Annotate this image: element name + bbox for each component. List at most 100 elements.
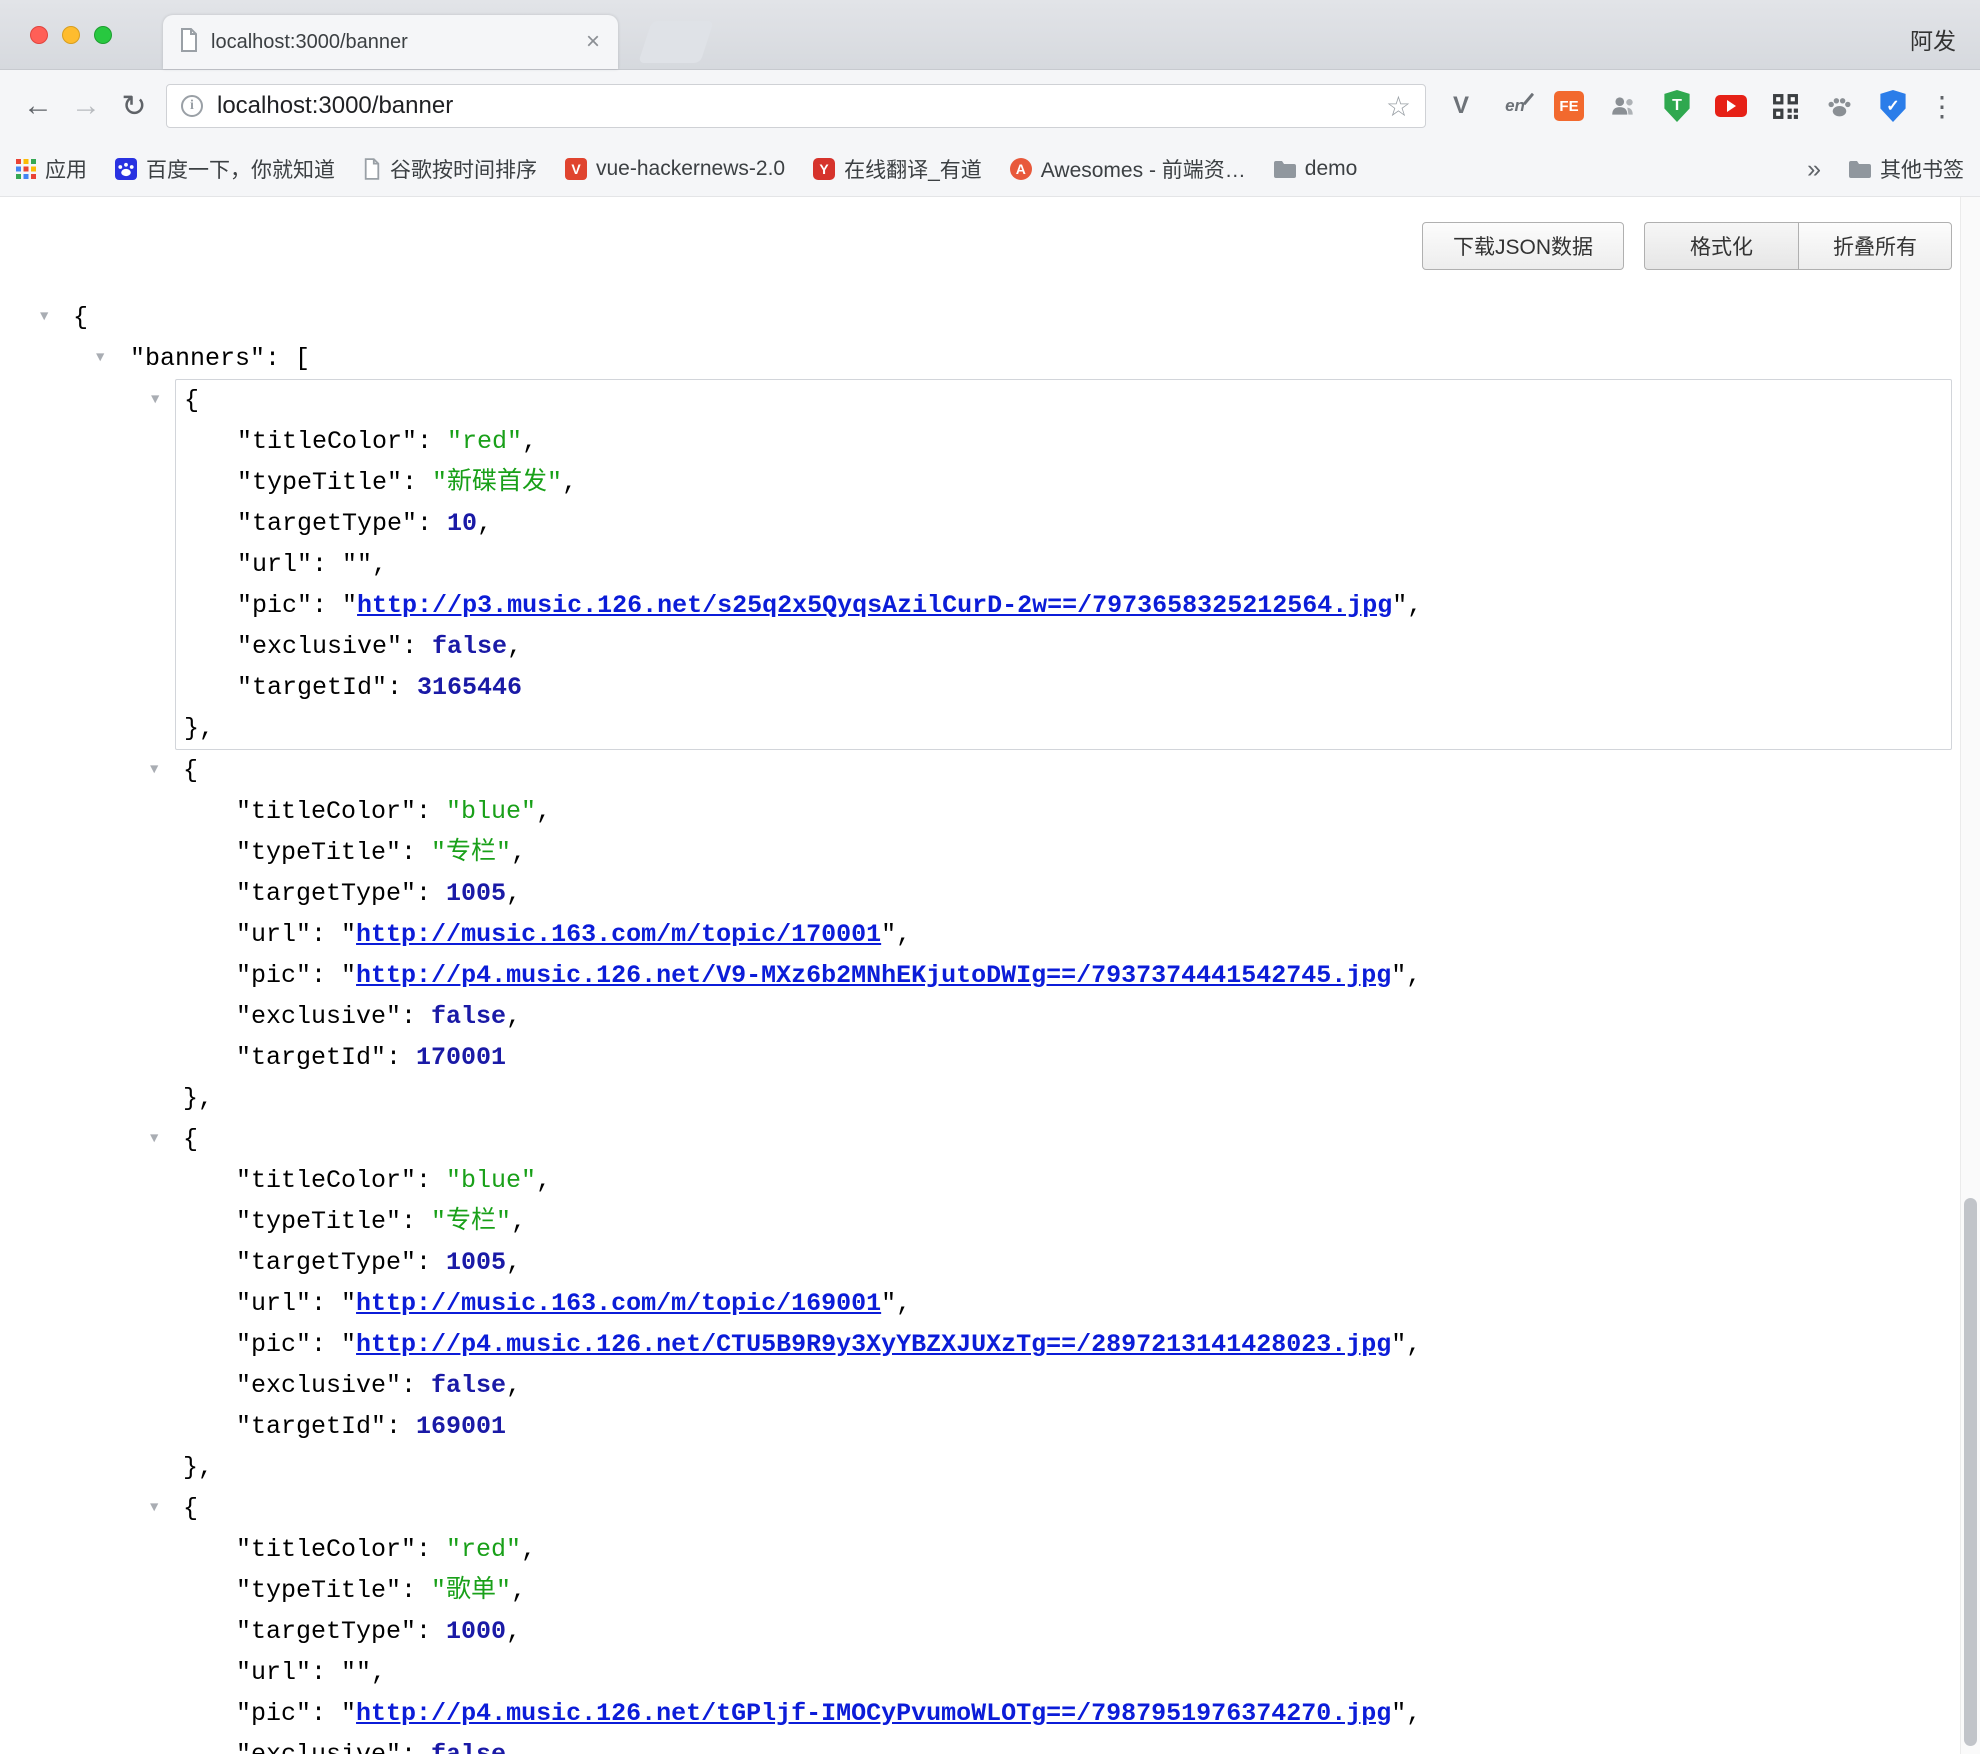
json-text: , [562, 468, 577, 497]
bookmark-item-demo-folder[interactable]: demo [1274, 157, 1358, 181]
json-text: "typeTitle" [236, 1576, 401, 1605]
collapse-toggle-icon[interactable]: ▼ [151, 380, 159, 421]
reload-button[interactable]: ↻ [110, 82, 158, 130]
json-property-line: "targetType": 1005, [175, 1242, 1952, 1283]
fe-icon[interactable]: FE [1552, 89, 1586, 123]
close-window-button[interactable] [30, 26, 48, 44]
json-text: : [416, 797, 446, 826]
collapse-toggle-icon[interactable]: ▼ [150, 1119, 158, 1160]
json-text: false [431, 1371, 506, 1400]
json-text: , [506, 1371, 521, 1400]
qrcode-icon[interactable] [1768, 89, 1802, 123]
json-text: " [341, 1289, 356, 1318]
json-text: }, [183, 1084, 213, 1113]
other-bookmarks-label: 其他书签 [1880, 154, 1964, 184]
json-text: : [311, 1289, 341, 1318]
vimium-glyph: V [1453, 92, 1469, 120]
json-property-line: "titleColor": "red", [176, 421, 1951, 462]
fe-glyph: FE [1554, 91, 1584, 121]
tab-close-icon[interactable]: × [582, 30, 604, 54]
collapse-toggle-icon[interactable]: ▼ [96, 338, 104, 379]
vue-icon: V [565, 158, 587, 180]
apps-label: 应用 [45, 154, 87, 184]
bookmark-item-baidu[interactable]: 百度一下，你就知道 [115, 154, 335, 184]
bookmark-star-icon[interactable]: ☆ [1386, 90, 1411, 123]
omnibox[interactable]: i localhost:3000/banner ☆ [166, 84, 1426, 128]
json-url-link[interactable]: http://music.163.com/m/topic/169001 [356, 1289, 881, 1318]
json-text: " [1391, 1699, 1406, 1728]
json-property-line: "url": "", [176, 544, 1951, 585]
json-text: "targetType" [236, 1248, 416, 1277]
blue-shield-icon[interactable]: ✓ [1876, 89, 1910, 123]
forward-button[interactable]: → [62, 82, 110, 130]
zoom-window-button[interactable] [94, 26, 112, 44]
json-text: " [341, 1330, 356, 1359]
browser-menu-icon[interactable]: ⋮ [1918, 90, 1966, 123]
bookmark-item-youdao[interactable]: Y 在线翻译_有道 [813, 154, 982, 184]
json-property-line: "pic": "http://p4.music.126.net/V9-MXz6b… [175, 955, 1952, 996]
apps-shortcut[interactable]: 应用 [16, 154, 87, 184]
json-url-link[interactable]: http://music.163.com/m/topic/170001 [356, 920, 881, 949]
json-text: "titleColor" [236, 1535, 416, 1564]
json-url-link[interactable]: http://p4.music.126.net/V9-MXz6b2MNhEKju… [356, 961, 1391, 990]
json-banners-open: ▼"banners": [ [0, 338, 1980, 379]
profile-name[interactable]: 阿发 [1910, 22, 1956, 56]
collapse-all-button[interactable]: 折叠所有 [1798, 222, 1952, 270]
vimium-icon[interactable]: V [1444, 89, 1478, 123]
collapse-toggle-icon[interactable]: ▼ [150, 1488, 158, 1529]
new-tab-button[interactable] [638, 21, 714, 63]
page-favicon-icon [179, 28, 199, 57]
json-property-line: "targetType": 1005, [175, 873, 1952, 914]
json-url-link[interactable]: http://p3.music.126.net/s25q2x5QyqsAzilC… [357, 591, 1392, 620]
site-info-icon[interactable]: i [181, 95, 203, 117]
download-json-button[interactable]: 下载JSON数据 [1422, 222, 1624, 270]
bookmark-item-vue-hackernews[interactable]: V vue-hackernews-2.0 [565, 157, 785, 181]
collapse-toggle-icon[interactable]: ▼ [150, 750, 158, 791]
json-text: "typeTitle" [237, 468, 402, 497]
json-text: : [311, 920, 341, 949]
json-text: "歌单" [431, 1576, 511, 1605]
green-shield-icon[interactable]: T [1660, 89, 1694, 123]
minimize-window-button[interactable] [62, 26, 80, 44]
collapse-toggle-icon[interactable]: ▼ [40, 297, 48, 338]
json-property-line: "pic": "http://p4.music.126.net/CTU5B9R9… [175, 1324, 1952, 1365]
json-text: "targetType" [236, 1617, 416, 1646]
youtube-icon[interactable] [1714, 89, 1748, 123]
json-banner-object: ▼{"titleColor": "blue","typeTitle": "专栏"… [175, 1119, 1952, 1488]
json-text: "red" [447, 427, 522, 456]
baidu-paw-icon [115, 158, 137, 180]
browser-tab[interactable]: localhost:3000/banner × [163, 15, 618, 69]
json-text: , [521, 1535, 536, 1564]
json-text: "targetId" [237, 673, 387, 702]
json-text: { [183, 1125, 198, 1154]
json-url-link[interactable]: http://p4.music.126.net/CTU5B9R9y3XyYBZX… [356, 1330, 1391, 1359]
scrollbar-thumb[interactable] [1964, 1198, 1977, 1746]
json-object-open: ▼{ [175, 1119, 1952, 1160]
json-banner-object: ▼{"titleColor": "red","typeTitle": "新碟首发… [175, 379, 1952, 750]
json-property-line: "titleColor": "blue", [175, 791, 1952, 832]
traffic-lights [30, 26, 112, 44]
translate-en-icon[interactable]: en [1498, 89, 1532, 123]
format-button[interactable]: 格式化 [1644, 222, 1798, 270]
json-text: { [183, 1494, 198, 1523]
json-text: 1005 [446, 1248, 506, 1277]
json-text: "url" [236, 1658, 311, 1687]
json-url-link[interactable]: http://p4.music.126.net/tGPljf-IMOCyPvum… [356, 1699, 1391, 1728]
other-bookmarks-folder[interactable]: 其他书签 [1849, 154, 1964, 184]
bookmark-item-awesomes[interactable]: A Awesomes - 前端资… [1010, 154, 1246, 184]
green-shield-glyph: T [1662, 90, 1692, 122]
paw-icon[interactable] [1822, 89, 1856, 123]
json-object-close: }, [175, 1078, 1952, 1119]
json-property-line: "titleColor": "blue", [175, 1160, 1952, 1201]
bookmarks-overflow-chevron[interactable]: » [1807, 155, 1821, 184]
json-text: " [1391, 1330, 1406, 1359]
bookmark-item-google-sort[interactable]: 谷歌按时间排序 [363, 154, 537, 184]
collaboration-icon[interactable] [1606, 89, 1640, 123]
json-text: "exclusive" [237, 632, 402, 661]
back-button[interactable]: ← [14, 82, 62, 130]
json-text: " [341, 1699, 356, 1728]
extensions-row: V en FE T ✓ [1444, 89, 1910, 123]
json-text: : [401, 1371, 431, 1400]
window-titlebar: localhost:3000/banner × 阿发 [0, 0, 1980, 70]
url-text[interactable]: localhost:3000/banner [217, 92, 1386, 120]
